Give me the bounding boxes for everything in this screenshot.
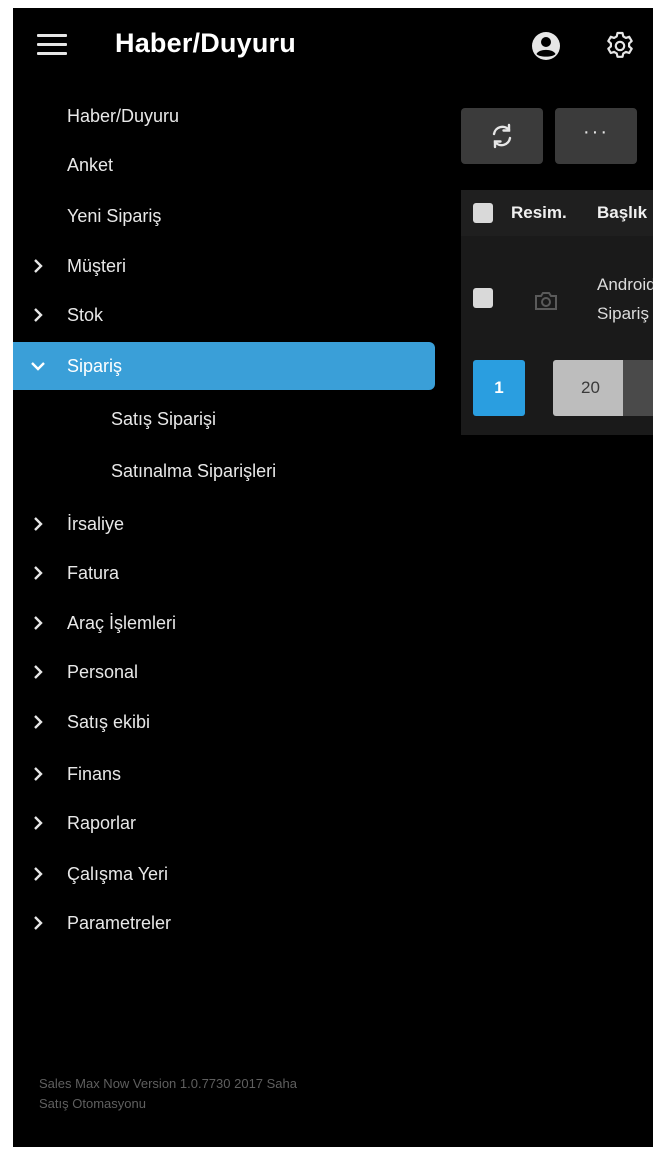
menu-item-calisma-yeri[interactable]: Çalışma Yeri [13, 850, 435, 898]
page-size-select[interactable]: 20 [553, 360, 653, 416]
more-dots-icon: ··· [583, 121, 609, 143]
column-header-baslik[interactable]: Başlık [597, 203, 647, 223]
data-grid: Resim. Başlık Android Sipariş 1 20 [461, 190, 653, 435]
menu-item-arac-islemleri[interactable]: Araç İşlemleri [13, 599, 435, 647]
menu-item-raporlar[interactable]: Raporlar [13, 799, 435, 847]
menu-item-yeni-siparis[interactable]: Yeni Sipariş [13, 192, 435, 240]
menu-item-haber-duyuru[interactable]: Haber/Duyuru [13, 92, 435, 140]
chevron-right-icon [29, 564, 47, 582]
page-title: Haber/Duyuru [115, 28, 296, 58]
menu-item-parametreler[interactable]: Parametreler [13, 899, 435, 947]
menu-item-stok[interactable]: Stok [13, 291, 435, 339]
chevron-right-icon [29, 306, 47, 324]
chevron-right-icon [29, 765, 47, 783]
menu-item-anket[interactable]: Anket [13, 141, 435, 189]
camera-icon [533, 290, 559, 312]
refresh-icon [492, 123, 512, 149]
chevron-right-icon [29, 814, 47, 832]
chevron-right-icon [29, 614, 47, 632]
menu-item-satis-ekibi[interactable]: Satış ekibi [13, 698, 435, 746]
chevron-right-icon [29, 257, 47, 275]
menu-item-musteri[interactable]: Müşteri [13, 242, 435, 290]
more-button[interactable]: ··· [555, 108, 637, 164]
row-checkbox[interactable] [473, 288, 493, 308]
table-row[interactable]: Android Sipariş [461, 250, 653, 340]
chevron-right-icon [29, 663, 47, 681]
top-bar: Haber/Duyuru [13, 8, 653, 84]
select-all-checkbox[interactable] [473, 203, 493, 223]
chevron-right-icon [29, 865, 47, 883]
menu-item-finans[interactable]: Finans [13, 750, 435, 798]
menu-item-satinalma-siparisleri[interactable]: Satınalma Siparişleri [13, 447, 435, 495]
hamburger-icon[interactable] [37, 34, 67, 56]
chevron-right-icon [29, 914, 47, 932]
app-frame: Haber/Duyuru Haber/Duyuru Anket Yeni Sip… [13, 8, 653, 1147]
column-header-resim[interactable]: Resim. [511, 203, 567, 223]
menu-item-fatura[interactable]: Fatura [13, 549, 435, 597]
refresh-button[interactable] [461, 108, 543, 164]
version-text: Sales Max Now Version 1.0.7730 2017 Saha [39, 1076, 298, 1091]
product-name: Satış Otomasyonu [39, 1096, 146, 1111]
page-button-current[interactable]: 1 [473, 360, 525, 416]
content-area: ··· Resim. Başlık Android Sipariş 1 20 [461, 108, 653, 448]
menu-item-irsaliye[interactable]: İrsaliye [13, 500, 435, 548]
gear-icon[interactable] [602, 28, 638, 64]
row-title: Android Sipariş [597, 275, 653, 323]
chevron-down-icon [29, 357, 47, 375]
version-footer: Sales Max Now Version 1.0.7730 2017 Saha… [39, 1074, 419, 1114]
page-size-value: 20 [553, 360, 623, 416]
menu-item-personal[interactable]: Personal [13, 648, 435, 696]
menu-item-satis-siparisi[interactable]: Satış Siparişi [13, 395, 435, 443]
chevron-right-icon [29, 515, 47, 533]
chevron-right-icon [29, 713, 47, 731]
grid-header: Resim. Başlık [461, 190, 653, 236]
menu-item-siparis[interactable]: Sipariş [13, 342, 435, 390]
account-circle-icon[interactable] [528, 28, 564, 64]
